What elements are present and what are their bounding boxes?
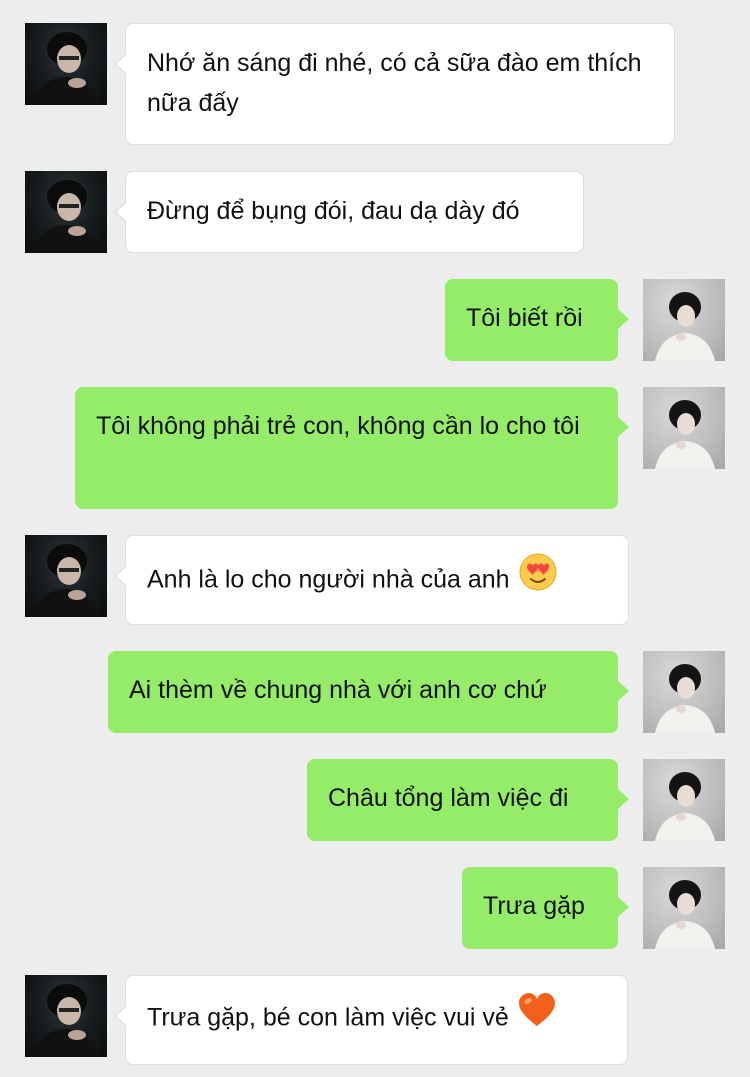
message-bubble-outgoing[interactable]: Tôi không phải trẻ con, không cần lo cho… — [75, 387, 629, 509]
avatar-other[interactable] — [25, 975, 107, 1057]
message-text: Trưa gặp — [483, 892, 585, 920]
message-text: Châu tổng làm việc đi — [328, 784, 569, 812]
avatar-me[interactable] — [643, 387, 725, 469]
message-bubble-outgoing[interactable]: Ai thèm về chung nhà với anh cơ chứ — [108, 651, 629, 733]
heart-emoji-icon — [517, 992, 557, 1040]
person-silhouette-icon — [655, 772, 715, 841]
avatar-me[interactable] — [643, 867, 725, 949]
message-bubble-incoming[interactable]: Trưa gặp, bé con làm việc vui vẻ — [114, 975, 628, 1065]
message-bubble-outgoing[interactable]: Châu tổng làm việc đi — [307, 759, 629, 841]
heart-eyes-emoji-icon — [518, 552, 558, 604]
message-text: Tôi biết rồi — [466, 304, 583, 332]
avatar-other[interactable] — [25, 535, 107, 617]
person-silhouette-icon — [33, 984, 101, 1057]
message-text: Tôi không phải trẻ con, không cần lo cho… — [96, 412, 580, 440]
avatar-me[interactable] — [643, 279, 725, 361]
message-text: Trưa gặp, bé con làm việc vui vẻ — [147, 1003, 509, 1032]
avatar-other[interactable] — [25, 171, 107, 253]
person-silhouette-icon — [33, 32, 101, 105]
person-silhouette-icon — [655, 292, 715, 361]
message-bubble-incoming[interactable]: Đừng để bụng đói, đau dạ dày đó — [114, 171, 584, 253]
avatar-me[interactable] — [643, 651, 725, 733]
message-bubble-incoming[interactable]: Nhớ ăn sáng đi nhé, có cả sữa đào em thí… — [114, 23, 675, 145]
message-text: Anh là lo cho người nhà của anh — [147, 565, 510, 594]
message-text: Đừng để bụng đói, đau dạ dày đó — [147, 197, 520, 225]
person-silhouette-icon — [655, 880, 715, 949]
message-bubble-outgoing[interactable]: Tôi biết rồi — [445, 279, 629, 361]
avatar-me[interactable] — [643, 759, 725, 841]
person-silhouette-icon — [33, 180, 101, 253]
person-silhouette-icon — [655, 400, 715, 469]
person-silhouette-icon — [655, 664, 715, 733]
avatar-other[interactable] — [25, 23, 107, 105]
message-text: Ai thèm về chung nhà với anh cơ chứ — [129, 676, 547, 704]
person-silhouette-icon — [33, 544, 101, 617]
message-bubble-outgoing[interactable]: Trưa gặp — [462, 867, 629, 949]
message-bubble-incoming[interactable]: Anh là lo cho người nhà của anh — [114, 535, 629, 625]
message-text: Nhớ ăn sáng đi nhé, có cả sữa đào em thí… — [147, 49, 642, 117]
